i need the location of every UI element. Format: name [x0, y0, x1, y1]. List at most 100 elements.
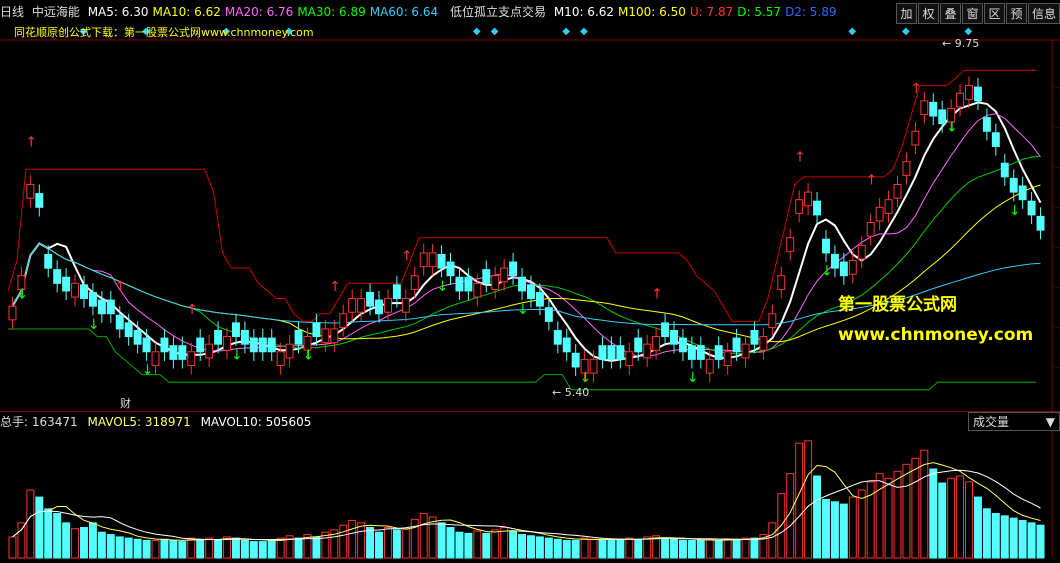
candle-body — [777, 275, 786, 290]
volume-bar — [678, 539, 687, 559]
volume-bar — [929, 468, 938, 559]
candle-body — [410, 275, 419, 290]
candle-body — [26, 183, 35, 199]
candle-body — [965, 85, 973, 100]
toolbar-button-0[interactable]: 加 — [896, 3, 917, 24]
buy-arrow-marker: ↑ — [186, 302, 198, 318]
formula-subtitle: 同花顺原创公式下载：第一股票公式网www.chnmoney.com — [14, 26, 314, 39]
candle-body — [571, 352, 580, 368]
volume-bar — [205, 537, 214, 559]
formula-value-1: M100: 6.50 — [618, 5, 686, 19]
volume-bar — [35, 496, 44, 559]
formula-value-3: D: 5.57 — [737, 5, 782, 19]
volume-bar — [991, 512, 1000, 559]
candle-body — [929, 101, 938, 117]
toolbar-button-2[interactable]: 叠 — [940, 3, 961, 24]
volume-bar — [151, 539, 160, 559]
buy-arrow-marker: ↑ — [651, 287, 663, 303]
candle-body — [339, 313, 348, 328]
sell-arrow-marker: ↓ — [1009, 203, 1021, 219]
volume-bar — [741, 537, 750, 559]
volume-bar — [258, 541, 267, 559]
toolbar-button-3[interactable]: 窗 — [962, 3, 983, 24]
signal-diamond: ◆ — [491, 26, 499, 37]
candle-body — [392, 284, 401, 300]
candle-body — [813, 200, 822, 216]
low-annotation: ← 5.40 — [552, 386, 589, 399]
volume-bar — [17, 522, 26, 559]
volume-bar — [500, 527, 509, 559]
volume-bar — [178, 541, 187, 559]
candle-body — [982, 117, 991, 132]
buy-arrow-marker: ↑ — [329, 279, 341, 295]
volume-bar — [884, 477, 893, 559]
volume-bar — [562, 539, 571, 559]
volume-bar — [267, 539, 276, 559]
candle-body — [696, 345, 705, 360]
volume-bar — [535, 536, 544, 559]
candle-body — [956, 92, 965, 108]
axis-tick-3: — — [1054, 203, 1060, 212]
formula-value-0: M10: 6.62 — [553, 5, 615, 19]
candle-body — [196, 337, 205, 353]
toolbar-button-6[interactable]: 信息 — [1028, 3, 1060, 24]
buy-arrow-marker: ↑ — [866, 172, 878, 188]
volume-bar — [97, 531, 106, 559]
volume-bar — [911, 457, 920, 559]
volume-bar — [544, 537, 553, 559]
signal-diamond: ◆ — [580, 26, 588, 37]
volume-bar — [312, 536, 321, 559]
candle-body — [142, 337, 151, 353]
volume-bar — [366, 527, 375, 559]
volume-bar — [893, 470, 902, 559]
buy-arrow-marker: ↑ — [910, 81, 922, 97]
candle-body — [223, 336, 231, 351]
candle-body — [938, 109, 947, 125]
volume-bar — [53, 512, 62, 559]
ma5-line — [11, 101, 1042, 362]
volume-bar — [88, 522, 97, 559]
volume-bar — [446, 527, 455, 559]
toolbar-button-1[interactable]: 权 — [918, 3, 939, 24]
sell-arrow-marker: ↓ — [517, 302, 529, 318]
volume-bar — [133, 538, 142, 559]
candle-body — [80, 284, 88, 300]
volume-bar — [804, 440, 813, 559]
volume-bar — [196, 538, 205, 559]
volume-indicator-select[interactable]: 成交量 ▼ — [968, 412, 1060, 431]
volume-bar — [214, 539, 223, 559]
chevron-down-icon: ▼ — [1045, 414, 1055, 429]
candle-body — [741, 343, 750, 359]
axis-tick-1: — — [1054, 123, 1060, 132]
volume-mavol10: MAVOL10: 505605 — [200, 415, 312, 429]
candle-body — [482, 269, 491, 284]
buy-arrow-marker: ↑ — [25, 134, 37, 150]
volume-bar — [473, 530, 482, 559]
toolbar-button-4[interactable]: 区 — [984, 3, 1005, 24]
signal-diamond: ◆ — [902, 26, 910, 37]
sell-arrow-marker: ↓ — [88, 317, 100, 333]
volume-bar — [571, 539, 580, 559]
buy-arrow-marker: ↑ — [115, 279, 127, 295]
volume-bar — [947, 477, 956, 559]
volume-bar — [294, 537, 303, 559]
ma-label-2: MA20: 6.76 — [224, 5, 294, 19]
volume-bar — [348, 520, 357, 559]
volume-bar — [920, 449, 929, 559]
candle-body — [455, 276, 464, 292]
volume-bar — [518, 534, 527, 559]
candle-body — [500, 267, 509, 283]
candle-body — [491, 275, 500, 290]
toolbar: 加权叠窗区预信息 — [895, 3, 1060, 24]
candle-body — [258, 337, 267, 353]
volume-bar — [8, 536, 17, 559]
volume-bar — [187, 537, 196, 559]
volume-bar — [732, 538, 741, 559]
volume-bar — [142, 539, 151, 559]
toolbar-button-5[interactable]: 预 — [1006, 3, 1027, 24]
volume-bar — [160, 538, 169, 559]
candle-body — [911, 130, 920, 146]
volume-bar — [249, 541, 258, 559]
sell-arrow-marker: ↓ — [821, 264, 833, 280]
candle-body — [866, 222, 875, 237]
